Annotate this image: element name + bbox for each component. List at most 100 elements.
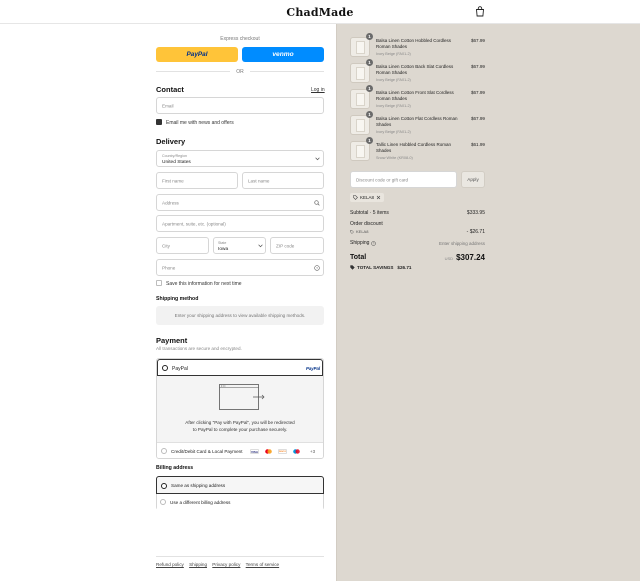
mastercard-icon: [265, 448, 272, 454]
email-field[interactable]: Email: [156, 97, 324, 114]
shipping-method-message: Enter your shipping address to view avai…: [174, 313, 306, 318]
search-icon: [314, 200, 320, 206]
discount-code-input[interactable]: Discount code or gift card: [350, 171, 457, 188]
phone-placeholder: Phone: [162, 265, 176, 270]
product-variant: Ivory Beige (FA01-2): [376, 130, 411, 134]
total-currency: USD: [444, 256, 454, 261]
product-price: $61.99: [470, 142, 485, 147]
discover-brand: DISCOVER: [279, 450, 286, 453]
order-discount-code-text: KELA8: [356, 229, 369, 234]
zip-field[interactable]: ZIP code: [270, 237, 324, 254]
checkout-form: Express checkout PayPal venmo OR Contact…: [0, 24, 336, 581]
billing-same-option[interactable]: Same as shipping address: [156, 476, 324, 494]
card-radio[interactable]: [161, 448, 167, 454]
maestro-icon: [293, 448, 300, 454]
product-thumbnail: [350, 37, 370, 57]
chevron-down-icon: [258, 244, 263, 248]
order-discount-code: KELA8: [350, 229, 368, 234]
close-icon[interactable]: [376, 195, 381, 200]
state-select[interactable]: State Iowa: [213, 237, 266, 254]
paypal-radio[interactable]: [162, 365, 168, 371]
product-thumbnail: [350, 63, 370, 83]
country-select[interactable]: Country/Region United States: [156, 150, 324, 167]
help-circle-icon[interactable]: ?: [314, 265, 320, 271]
shipping-value: Enter shipping address: [438, 240, 485, 246]
product-price: $67.99: [470, 90, 485, 95]
last-name-field[interactable]: Last name: [242, 172, 324, 189]
terms-of-service-link[interactable]: Terms of service: [246, 562, 279, 567]
total-amount: USD $307.24: [425, 253, 485, 262]
total-savings-value: $26.71: [397, 265, 412, 270]
card-option[interactable]: Credit/Debit Card & Local Payment VISA D…: [157, 442, 323, 458]
tag-icon: [353, 195, 358, 200]
product-thumbnail: [350, 89, 370, 109]
billing-same-label: Same as shipping address: [171, 483, 226, 488]
billing-different-option[interactable]: Use a different billing address: [157, 494, 323, 510]
save-info-label: Save this information for next time: [166, 280, 242, 287]
newsletter-checkbox[interactable]: [156, 119, 162, 131]
more-cards-count: +3: [310, 448, 316, 454]
email-placeholder: Email: [162, 103, 174, 108]
shipping-row: Shipping ?: [350, 240, 377, 246]
venmo-express-button[interactable]: venmo: [242, 47, 324, 62]
total-value: $307.24: [456, 253, 485, 262]
product-price: $67.99: [470, 116, 485, 121]
quantity-badge: 1: [366, 85, 373, 92]
venmo-button-label: venmo: [272, 51, 294, 58]
total-savings: TOTAL SAVINGS $26.71: [350, 265, 411, 270]
divider-left: [156, 71, 230, 72]
city-field[interactable]: City: [156, 237, 209, 254]
footer-divider: [156, 556, 324, 557]
product-price: $67.99: [470, 38, 485, 43]
paypal-option[interactable]: PayPal PayPal: [157, 359, 323, 376]
billing-options: Same as shipping address Use a different…: [156, 476, 324, 510]
apartment-field[interactable]: Apartment, suite, etc. (optional): [156, 215, 324, 232]
site-header: ChadMade: [0, 0, 640, 24]
product-variant: Ivory Beige (FA01-2): [376, 52, 411, 56]
discount-tag-code: KELA8: [360, 195, 375, 200]
billing-different-label: Use a different billing address: [170, 499, 231, 505]
redirect-text-2: to PayPal to complete your purchase secu…: [192, 427, 288, 432]
paypal-logo: PayPal: [306, 365, 321, 371]
express-checkout-label: Express checkout: [220, 36, 260, 42]
privacy-policy-link[interactable]: Privacy policy: [212, 562, 240, 567]
login-link[interactable]: Log in: [311, 87, 325, 93]
product-variant: Ivory Beige (FA01-2): [376, 78, 411, 82]
country-label: Country/Region: [162, 153, 187, 158]
payment-options: PayPal PayPal After clicking "Pay with P…: [156, 358, 324, 459]
refund-policy-link[interactable]: Refund policy: [156, 562, 184, 567]
help-circle-icon[interactable]: ?: [371, 240, 377, 246]
quantity-badge: 1: [366, 33, 373, 40]
visa-icon: VISA: [250, 448, 259, 454]
first-name-placeholder: First name: [162, 178, 184, 183]
shopping-bag-icon[interactable]: [475, 6, 485, 17]
product-thumbnail: [350, 115, 370, 135]
footer-links: Refund policy Shipping Privacy policy Te…: [156, 562, 279, 567]
order-summary: 1 Balsa Linen Cotton Hobbled Cordless Ro…: [336, 24, 640, 581]
first-name-field[interactable]: First name: [156, 172, 238, 189]
quantity-badge: 1: [366, 59, 373, 66]
product-variant: Snow White (KR08-0): [376, 156, 413, 160]
billing-different-radio[interactable]: [160, 499, 166, 505]
phone-field[interactable]: Phone ?: [156, 259, 324, 276]
discover-icon: DISCOVER: [278, 448, 287, 454]
tag-icon: [350, 229, 354, 234]
store-logo[interactable]: ChadMade: [0, 6, 640, 19]
tag-icon: [350, 265, 355, 270]
newsletter-label: Email me with news and offers: [166, 119, 234, 126]
last-name-placeholder: Last name: [248, 178, 270, 183]
shipping-link[interactable]: Shipping: [189, 562, 207, 567]
card-option-label: Credit/Debit Card & Local Payment: [171, 448, 243, 454]
check-icon: [156, 127, 162, 131]
save-info-checkbox[interactable]: [156, 280, 162, 286]
billing-same-radio[interactable]: [161, 482, 167, 489]
product-price: $67.99: [470, 64, 485, 69]
apply-discount-button[interactable]: Apply: [461, 171, 485, 188]
paypal-express-button[interactable]: PayPal: [156, 47, 238, 62]
payment-title: Payment: [156, 336, 188, 345]
address-placeholder: Address: [162, 200, 179, 205]
shipping-label: Shipping: [350, 240, 370, 246]
product-variant: Ivory Beige (FA01-2): [376, 104, 411, 108]
address-field[interactable]: Address: [156, 194, 324, 211]
subtotal-value: $333.95: [466, 210, 485, 216]
